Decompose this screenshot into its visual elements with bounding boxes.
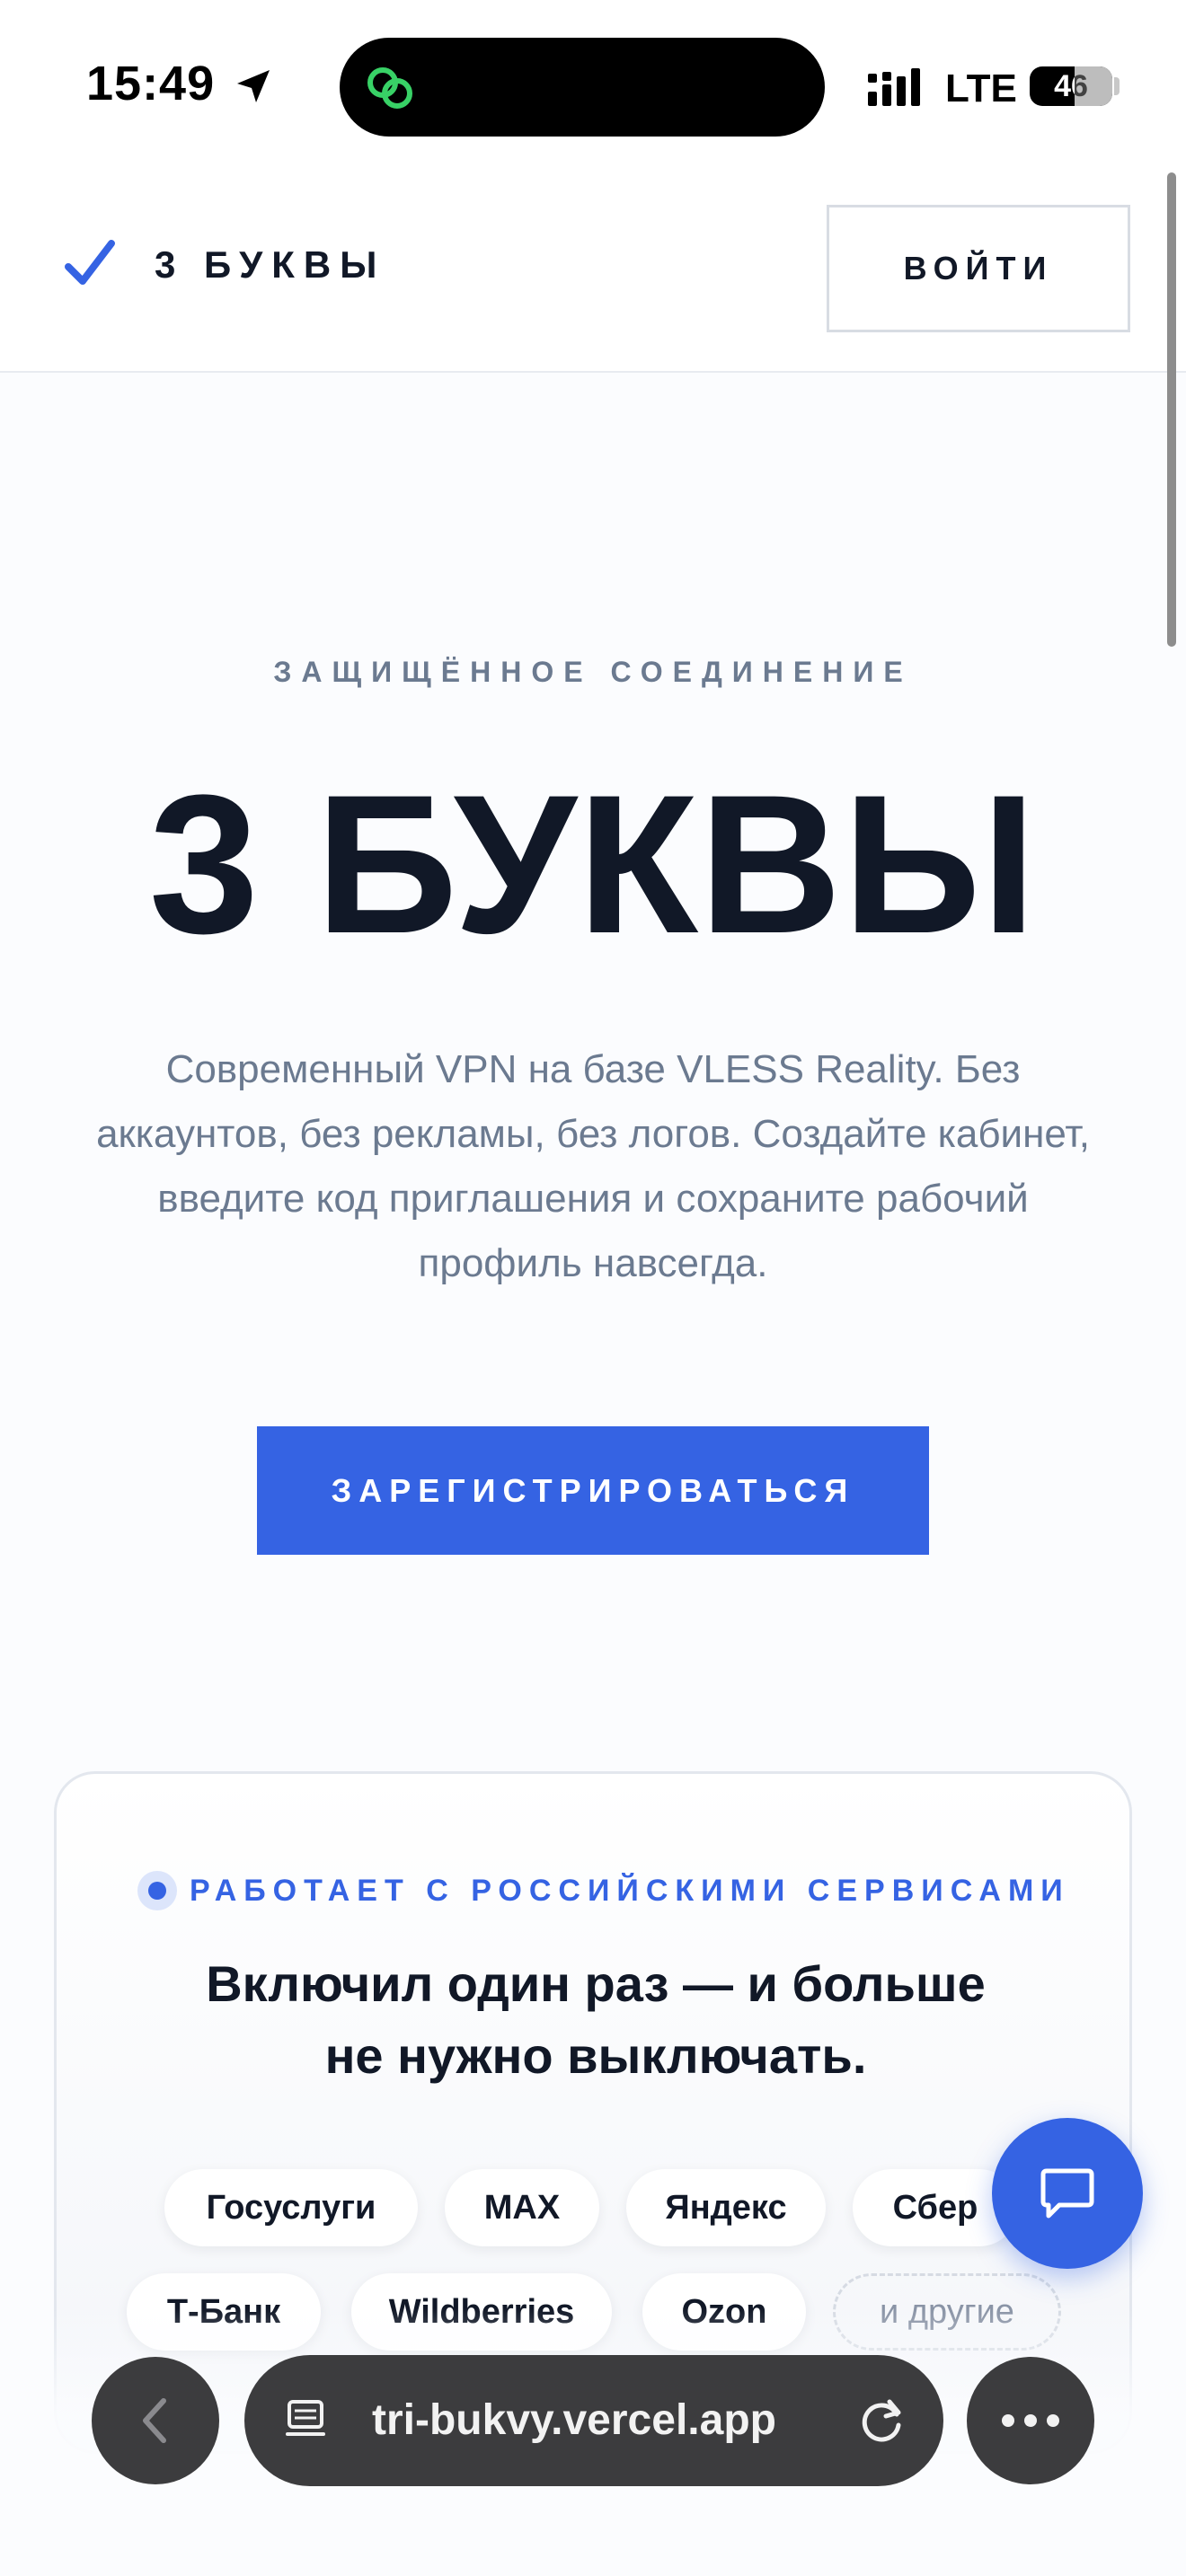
card-title-line-1: Включил один раз — и больше — [206, 1955, 986, 2012]
checkmark-icon — [65, 240, 115, 285]
scrollbar[interactable] — [1167, 172, 1176, 647]
link-rings-icon — [367, 67, 412, 109]
register-button[interactable]: ЗАРЕГИСТРИРОВАТЬСЯ — [257, 1426, 929, 1555]
chevron-left-icon — [143, 2398, 166, 2443]
service-chip: Госуслуги — [164, 2169, 418, 2246]
battery-indicator: 46 — [1030, 66, 1112, 106]
card-title: Включил один раз — и больше не нужно вык… — [57, 1948, 1135, 2092]
card-title-line-2: не нужно выключать. — [324, 2027, 867, 2084]
site-header: 3 БУКВЫ ВОЙТИ — [0, 166, 1186, 373]
tabs-icon — [286, 2400, 325, 2436]
status-bar: 15:49 LTE 46 — [0, 0, 1186, 166]
signal-icon — [868, 68, 920, 106]
more-button[interactable] — [967, 2357, 1094, 2484]
chat-button[interactable] — [992, 2118, 1143, 2269]
service-chip: Яндекс — [626, 2169, 826, 2246]
reload-icon[interactable] — [855, 2395, 907, 2447]
chat-bubble-icon — [1040, 2168, 1094, 2219]
brand-logo[interactable]: 3 БУКВЫ — [63, 238, 385, 292]
hero-eyebrow: ЗАЩИЩЁННОЕ СОЕДИНЕНИЕ — [273, 656, 913, 688]
login-button[interactable]: ВОЙТИ — [827, 205, 1130, 332]
brand-name: 3 БУКВЫ — [155, 243, 386, 286]
dynamic-island — [340, 38, 825, 137]
card-eyebrow-label: РАБОТАЕТ С РОССИЙСКИМИ СЕРВИСАМИ — [190, 1873, 1070, 1908]
hero-title: 3 БУКВЫ — [148, 754, 1038, 975]
service-chip: MAX — [445, 2169, 599, 2246]
back-button[interactable] — [92, 2357, 219, 2484]
status-dot-icon — [137, 1871, 177, 1910]
location-arrow-icon — [237, 70, 270, 102]
address-bar[interactable]: tri-bukvy.vercel.app — [244, 2355, 943, 2486]
network-type: LTE — [945, 66, 1017, 110]
status-time: 15:49 — [86, 57, 216, 110]
page: 15:49 LTE 46 3 БУКВЫ ВОЙТИ ЗАЩИЩЁННОЕ СО… — [0, 0, 1186, 2576]
battery-tip — [1114, 77, 1120, 95]
card-eyebrow: РАБОТАЕТ С РОССИЙСКИМИ СЕРВИСАМИ — [137, 1871, 1070, 1910]
battery-level: 46 — [1054, 69, 1088, 103]
url-text: tri-bukvy.vercel.app — [372, 2396, 776, 2444]
hero-description: Современный VPN на базе VLESS Reality. Б… — [96, 1047, 1090, 1285]
ellipsis-icon — [1002, 2414, 1059, 2427]
